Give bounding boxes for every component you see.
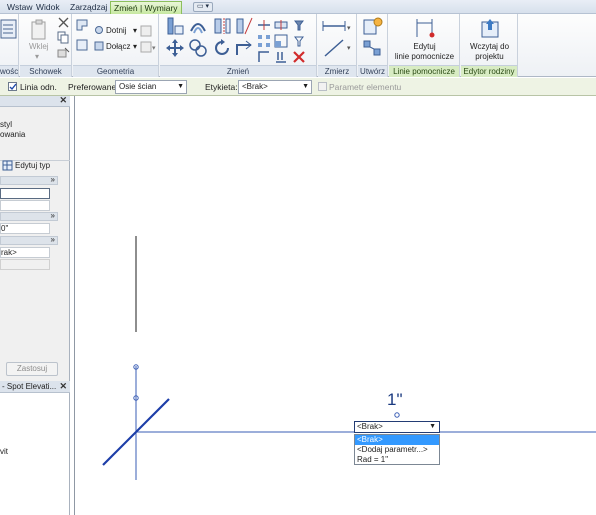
revit-window: Wstaw Widok Zarządzaj Zmień | Wymiary ▭ … xyxy=(0,0,596,515)
option-add-parameter[interactable]: <Dodaj parametr...> xyxy=(355,445,439,455)
dimension-text[interactable]: 1" xyxy=(387,390,403,410)
dimension-text-grip[interactable] xyxy=(394,412,400,418)
option-rad-parameter[interactable]: Rad = 1" xyxy=(355,455,439,465)
dimension-label-options: <Brak> <Dodaj parametr...> Rad = 1" xyxy=(354,434,440,465)
canvas-geometry xyxy=(102,236,596,480)
dimension-label-dropdown[interactable]: <Brak> ▼ xyxy=(354,421,440,433)
chevron-down-icon: ▼ xyxy=(429,423,436,430)
option-none[interactable]: <Brak> xyxy=(355,435,439,445)
dimension-label-value: <Brak> xyxy=(357,422,383,431)
